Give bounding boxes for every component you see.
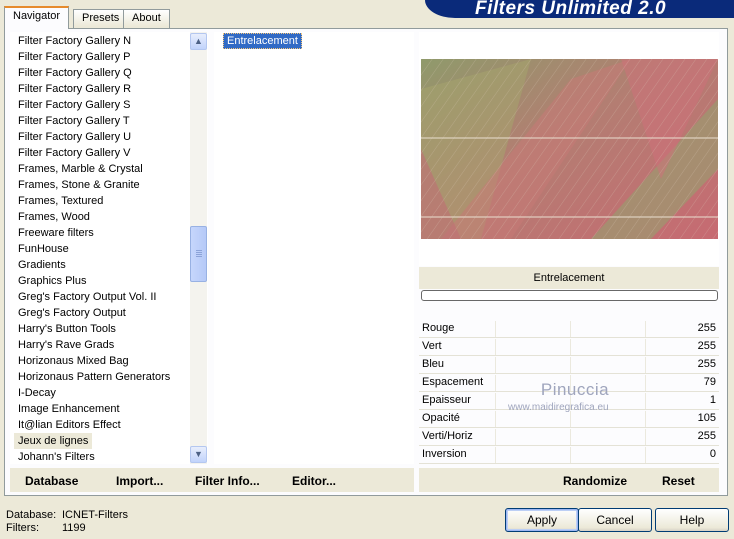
reset-button[interactable]: Reset bbox=[662, 474, 695, 488]
category-scrollbar[interactable]: ▲ ▼ bbox=[190, 32, 207, 464]
category-item[interactable]: Frames, Textured bbox=[14, 193, 107, 209]
chevron-up-icon[interactable]: ▲ bbox=[190, 33, 207, 50]
category-item[interactable]: Filter Factory Gallery U bbox=[14, 129, 135, 145]
watermark-site: www.maidiregrafica.eu bbox=[508, 402, 609, 413]
import-button[interactable]: Import... bbox=[116, 474, 163, 488]
database-value: ICNET-Filters bbox=[62, 509, 128, 521]
database-label: Database: bbox=[6, 509, 57, 521]
banner-title: Filters Unlimited 2.0 bbox=[475, 0, 667, 19]
category-item[interactable]: Harry's Button Tools bbox=[14, 321, 120, 337]
status-info: Database: ICNET-Filters Filters: 1199 bbox=[6, 509, 128, 535]
param-row[interactable]: Inversion 0 bbox=[419, 446, 719, 464]
filter-name-label: Entrelacement bbox=[419, 267, 719, 289]
editor-button[interactable]: Editor... bbox=[292, 474, 336, 488]
param-label: Verti/Horiz bbox=[422, 430, 473, 442]
category-item[interactable]: Frames, Stone & Granite bbox=[14, 177, 144, 193]
watermark-name: Pinuccia bbox=[540, 380, 610, 399]
param-value: 255 bbox=[697, 358, 716, 370]
preview-image bbox=[421, 59, 718, 239]
param-label: Rouge bbox=[422, 322, 455, 334]
param-label: Epaisseur bbox=[422, 394, 471, 406]
category-item[interactable]: Filter Factory Gallery T bbox=[14, 113, 134, 129]
param-label: Vert bbox=[422, 340, 442, 352]
category-item[interactable]: It@lian Editors Effect bbox=[14, 417, 125, 433]
param-value: 1 bbox=[709, 394, 716, 406]
tab-about[interactable]: About bbox=[123, 9, 170, 28]
category-item[interactable]: Frames, Wood bbox=[14, 209, 94, 225]
filter-list[interactable]: Entrelacement bbox=[214, 32, 414, 464]
category-item[interactable]: Filter Factory Gallery R bbox=[14, 81, 135, 97]
category-item[interactable]: Filter Factory Gallery P bbox=[14, 49, 134, 65]
category-list[interactable]: Filter Factory Gallery N Filter Factory G… bbox=[10, 32, 208, 464]
category-item[interactable]: Johann's Filters bbox=[14, 449, 99, 464]
filters-count-value: 1199 bbox=[62, 522, 86, 534]
param-value: 79 bbox=[703, 376, 716, 388]
category-item[interactable]: Filter Factory Gallery V bbox=[14, 145, 134, 161]
param-row[interactable]: Vert 255 bbox=[419, 338, 719, 356]
param-value: 105 bbox=[697, 412, 716, 424]
scrollbar-thumb[interactable] bbox=[190, 226, 207, 282]
param-label: Espacement bbox=[422, 376, 484, 388]
category-item[interactable]: Graphics Plus bbox=[14, 273, 90, 289]
param-label: Bleu bbox=[422, 358, 445, 370]
category-item[interactable]: Horizonaus Pattern Generators bbox=[14, 369, 174, 385]
category-item[interactable]: Filter Factory Gallery N bbox=[14, 33, 135, 49]
help-button[interactable]: Help bbox=[655, 508, 729, 532]
category-item[interactable]: Filter Factory Gallery Q bbox=[14, 65, 136, 81]
category-item[interactable]: Freeware filters bbox=[14, 225, 98, 241]
category-item[interactable]: Horizonaus Mixed Bag bbox=[14, 353, 133, 369]
param-label: Opacité bbox=[422, 412, 460, 424]
category-item[interactable]: Greg's Factory Output Vol. II bbox=[14, 289, 160, 305]
randomize-button[interactable]: Randomize bbox=[563, 474, 627, 488]
progress-bar bbox=[421, 290, 718, 301]
category-item[interactable]: Greg's Factory Output bbox=[14, 305, 130, 321]
category-item[interactable]: Jeux de lignes bbox=[14, 433, 93, 449]
filter-info-button[interactable]: Filter Info... bbox=[195, 474, 260, 488]
param-value: 255 bbox=[697, 430, 716, 442]
apply-button[interactable]: Apply bbox=[505, 508, 579, 532]
database-button[interactable]: Database bbox=[25, 474, 78, 488]
filters-count-label: Filters: bbox=[6, 522, 39, 534]
cancel-button[interactable]: Cancel bbox=[578, 508, 652, 532]
param-row[interactable]: Bleu 255 bbox=[419, 356, 719, 374]
param-value: 0 bbox=[709, 448, 716, 460]
param-row[interactable]: Verti/Horiz 255 bbox=[419, 428, 719, 446]
filter-item-entrelacement[interactable]: Entrelacement bbox=[223, 33, 302, 49]
category-item[interactable]: Frames, Marble & Crystal bbox=[14, 161, 147, 177]
category-item[interactable]: Image Enhancement bbox=[14, 401, 124, 417]
category-item[interactable]: Gradients bbox=[14, 257, 70, 273]
category-item[interactable]: I-Decay bbox=[14, 385, 60, 401]
category-item[interactable]: FunHouse bbox=[14, 241, 73, 257]
param-row[interactable]: Rouge 255 bbox=[419, 320, 719, 338]
chevron-down-icon[interactable]: ▼ bbox=[190, 446, 207, 463]
tab-navigator[interactable]: Navigator bbox=[4, 6, 70, 29]
param-value: 255 bbox=[697, 340, 716, 352]
param-value: 255 bbox=[697, 322, 716, 334]
category-item[interactable]: Harry's Rave Grads bbox=[14, 337, 118, 353]
tab-presets[interactable]: Presets bbox=[73, 9, 129, 28]
param-label: Inversion bbox=[422, 448, 467, 460]
category-item[interactable]: Filter Factory Gallery S bbox=[14, 97, 134, 113]
